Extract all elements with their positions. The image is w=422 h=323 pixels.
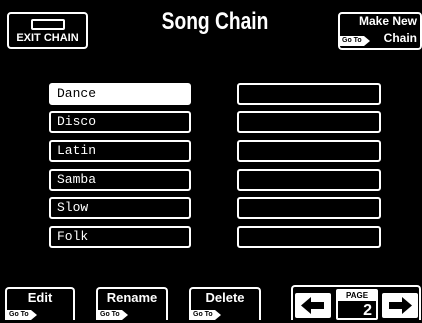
page-title: Song Chain: [161, 8, 269, 35]
chain-slot-label: Disco: [57, 114, 97, 129]
empty-chain-slot[interactable]: [237, 83, 381, 105]
rename-button[interactable]: Rename Go To: [96, 287, 168, 320]
empty-chain-slot[interactable]: [237, 169, 381, 191]
chain-slot-samba[interactable]: Samba: [49, 169, 191, 191]
empty-chain-slot[interactable]: [237, 111, 381, 133]
make-new-label: Make New: [358, 14, 417, 28]
goto-icon: Go To: [191, 310, 221, 320]
chain-slot-dance[interactable]: Dance: [49, 83, 191, 105]
page-label: PAGE: [338, 291, 376, 301]
chain-slot-label: Slow: [57, 200, 89, 215]
page-number: 2: [363, 302, 372, 319]
empty-chain-slot[interactable]: [237, 226, 381, 248]
chain-label: Chain: [383, 31, 417, 45]
rename-label: Rename: [106, 290, 158, 305]
chain-slot-folk[interactable]: Folk: [49, 226, 191, 248]
delete-button[interactable]: Delete Go To: [189, 287, 261, 320]
page-nav: PAGE 2: [291, 285, 421, 320]
goto-icon: Go To: [7, 310, 37, 320]
chain-slot-label: Samba: [57, 172, 97, 187]
arrow-right-icon: [389, 297, 412, 314]
empty-chain-slot[interactable]: [237, 197, 381, 219]
page-prev-button[interactable]: [295, 293, 331, 318]
edit-label: Edit: [27, 290, 53, 305]
chain-slot-label: Latin: [57, 143, 97, 158]
chain-slot-disco[interactable]: Disco: [49, 111, 191, 133]
chain-slot-label: Folk: [57, 229, 89, 244]
empty-chain-slot[interactable]: [237, 140, 381, 162]
chain-slot-label: Dance: [57, 86, 97, 101]
make-new-chain-button[interactable]: Make New Chain Go To: [338, 12, 422, 50]
key-icon: [31, 19, 65, 30]
page-indicator: PAGE 2: [336, 289, 378, 320]
goto-icon: Go To: [340, 36, 370, 46]
goto-icon: Go To: [98, 310, 128, 320]
exit-chain-label: EXIT CHAIN: [16, 32, 79, 44]
delete-label: Delete: [205, 290, 245, 305]
arrow-left-icon: [301, 297, 324, 314]
chain-slot-slow[interactable]: Slow: [49, 197, 191, 219]
chain-slot-latin[interactable]: Latin: [49, 140, 191, 162]
page-next-button[interactable]: [382, 293, 418, 318]
edit-button[interactable]: Edit Go To: [5, 287, 75, 320]
exit-chain-button[interactable]: EXIT CHAIN: [7, 12, 88, 49]
